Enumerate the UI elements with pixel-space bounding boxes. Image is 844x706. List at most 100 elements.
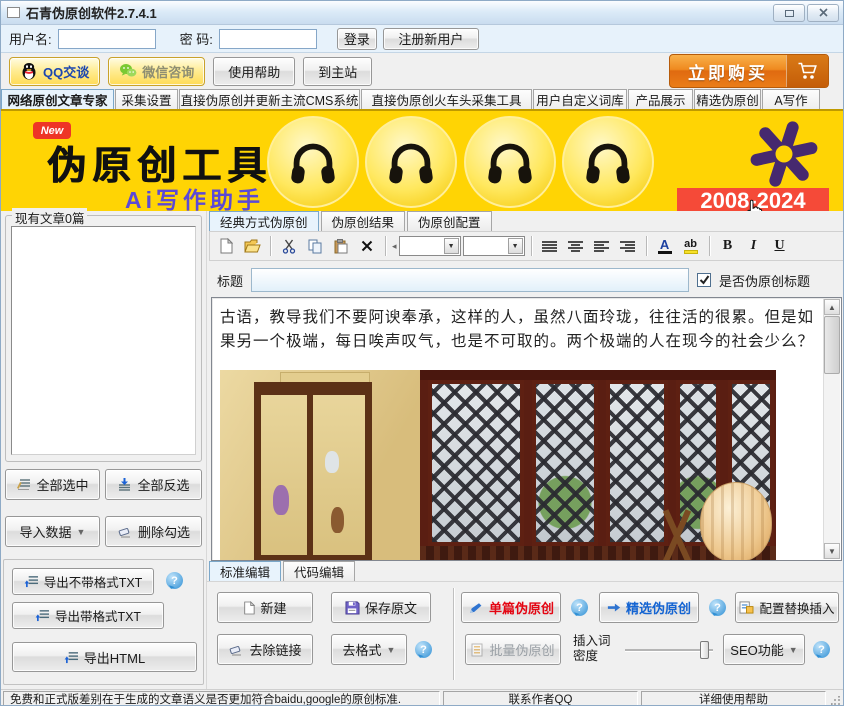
export-icon <box>24 575 39 588</box>
font-color-icon[interactable]: A <box>653 235 677 257</box>
tab-classic-rewrite[interactable]: 经典方式伪原创 <box>209 211 319 231</box>
photo-stand <box>654 508 698 561</box>
cut-icon[interactable] <box>277 235 301 257</box>
rewrite-title-checkbox[interactable] <box>697 273 711 287</box>
new-label: 新建 <box>260 598 286 617</box>
export-formatted-txt-button[interactable]: 导出带格式TXT <box>12 602 164 629</box>
export-html-button[interactable]: 导出HTML <box>12 642 197 672</box>
main-site-button[interactable]: 到主站 <box>303 57 372 86</box>
dropdown-icon[interactable]: ▼ <box>508 238 523 254</box>
config-replace-insert-button[interactable]: 配置替换插入 <box>735 592 839 623</box>
article-title-label: 标题 <box>217 271 243 290</box>
import-data-button[interactable]: 导入数据 ▼ <box>5 516 100 547</box>
invert-selection-button[interactable]: 全部反选 <box>105 469 202 500</box>
article-title-input[interactable] <box>251 268 689 292</box>
select-all-button[interactable]: 全部选中 <box>5 469 100 500</box>
toolbar-separator <box>385 236 386 256</box>
save-original-button[interactable]: 保存原文 <box>331 592 431 623</box>
lattice-panel <box>428 380 524 546</box>
underline-button[interactable]: U <box>768 235 792 257</box>
login-button[interactable]: 登录 <box>337 28 377 50</box>
wechat-button[interactable]: 微信咨询 <box>108 57 205 86</box>
username-input[interactable] <box>58 29 156 49</box>
scroll-up-button[interactable]: ▲ <box>824 299 840 315</box>
cart-section[interactable] <box>786 55 828 87</box>
help-balloon-icon[interactable]: ? <box>166 572 183 589</box>
font-size-select[interactable]: ▼ <box>463 236 525 256</box>
article-text[interactable]: 古语，教导我们不要阿谀奉承，这样的人，虽然八面玲珑，往往活的很累。但是如果另一个… <box>220 306 815 354</box>
nav-tab-cms-update[interactable]: 直接伪原创并更新主流CMS系统 <box>179 89 360 109</box>
qq-chat-button[interactable]: QQ交谈 <box>9 57 100 86</box>
help-balloon-icon[interactable]: ? <box>709 599 726 616</box>
password-input[interactable] <box>219 29 317 49</box>
font-color-letter: A <box>660 238 669 251</box>
font-family-select[interactable]: ▼ <box>399 236 461 256</box>
resize-grip[interactable] <box>829 691 841 706</box>
app-icon <box>7 7 20 18</box>
help-balloon-icon[interactable]: ? <box>415 641 432 658</box>
save-original-label: 保存原文 <box>365 598 417 617</box>
new-button[interactable]: 新建 <box>217 592 313 623</box>
italic-button[interactable]: I <box>742 235 766 257</box>
close-button[interactable] <box>807 4 839 22</box>
articles-groupbox: 现有文章0篇 <box>5 215 202 462</box>
highlight-icon[interactable]: ab <box>679 235 703 257</box>
align-left-icon[interactable] <box>590 235 614 257</box>
photo-shelf <box>254 382 372 561</box>
paste-icon[interactable] <box>329 235 353 257</box>
density-label-line1: 插入词 <box>573 634 611 648</box>
scroll-down-button[interactable]: ▼ <box>824 543 840 559</box>
help-button[interactable]: 使用帮助 <box>213 57 295 86</box>
article-editor[interactable]: 古语，教导我们不要阿谀奉承，这样的人，虽然八面玲珑，往往活的很累。但是如果另一个… <box>211 297 842 561</box>
tab-standard-edit[interactable]: 标准编辑 <box>209 561 281 581</box>
nav-tab-collect-settings[interactable]: 采集设置 <box>115 89 178 109</box>
window-title: 石青伪原创软件2.7.4.1 <box>26 3 157 22</box>
align-justify-icon[interactable] <box>538 235 562 257</box>
slider-handle[interactable] <box>700 641 709 659</box>
help-balloon-icon[interactable]: ? <box>571 599 588 616</box>
delete-icon[interactable] <box>355 235 379 257</box>
tab-rewrite-result[interactable]: 伪原创结果 <box>321 211 406 231</box>
title-bar[interactable]: 石青伪原创软件2.7.4.1 <box>1 1 843 25</box>
nav-tab-custom-dictionary[interactable]: 用户自定义词库 <box>533 89 627 109</box>
featured-rewrite-button[interactable]: 精选伪原创 <box>599 592 699 623</box>
export-plain-txt-button[interactable]: 导出不带格式TXT <box>12 568 154 595</box>
remove-links-button[interactable]: 去除链接 <box>217 634 313 665</box>
register-button[interactable]: 注册新用户 <box>383 28 479 50</box>
nav-tab-featured-rewrite[interactable]: 精选伪原创 <box>694 89 761 109</box>
detailed-help-button[interactable]: 详细使用帮助 <box>641 691 826 706</box>
minimize-icon <box>785 9 794 17</box>
minimize-button[interactable] <box>773 4 805 22</box>
seo-button[interactable]: SEO功能 ▼ <box>723 634 805 665</box>
scroll-thumb[interactable] <box>824 316 840 374</box>
align-right-icon[interactable] <box>616 235 640 257</box>
single-rewrite-button[interactable]: 单篇伪原创 <box>461 592 561 623</box>
contact-author-button[interactable]: 联系作者QQ <box>443 691 638 706</box>
articles-listbox[interactable] <box>11 226 196 455</box>
remove-format-button[interactable]: 去格式 ▼ <box>331 634 407 665</box>
main-tab-bar: 经典方式伪原创 伪原创结果 伪原创配置 <box>209 211 494 231</box>
density-label-line2: 密度 <box>573 649 598 663</box>
toolbar-overflow-icon[interactable]: ◂ <box>392 241 397 252</box>
editor-scrollbar[interactable]: ▲ ▼ <box>823 299 840 559</box>
nav-tab-a-writing[interactable]: A写作 <box>762 89 820 109</box>
align-center-icon[interactable] <box>564 235 588 257</box>
bold-button[interactable]: B <box>716 235 740 257</box>
copy-icon[interactable] <box>303 235 327 257</box>
dropdown-icon[interactable]: ▼ <box>444 238 459 254</box>
edit-mode-tab-bar: 标准编辑 代码编辑 <box>209 561 357 581</box>
nav-tab-locomotive-tool[interactable]: 直接伪原创火车头采集工具 <box>361 89 532 109</box>
status-bar: 免费和正式版差别在于生成的文章语义是否更加符合baidu,google的原创标准… <box>1 689 843 706</box>
nav-tab-article-expert[interactable]: 网络原创文章专家 <box>1 89 114 109</box>
buy-now-button[interactable]: 立即购买 <box>669 54 829 88</box>
tab-code-edit[interactable]: 代码编辑 <box>283 561 355 581</box>
tab-rewrite-config[interactable]: 伪原创配置 <box>407 211 492 231</box>
open-file-icon[interactable] <box>240 235 264 257</box>
density-slider[interactable] <box>625 640 713 660</box>
help-balloon-icon[interactable]: ? <box>813 641 830 658</box>
batch-rewrite-button[interactable]: 批量伪原创 <box>465 634 561 665</box>
app-window: 石青伪原创软件2.7.4.1 用户名: 密 码: 登录 注册新用户 QQ交谈 微… <box>0 0 844 706</box>
new-document-icon[interactable] <box>214 235 238 257</box>
delete-checked-button[interactable]: 删除勾选 <box>105 516 202 547</box>
nav-tab-product-display[interactable]: 产品展示 <box>628 89 693 109</box>
